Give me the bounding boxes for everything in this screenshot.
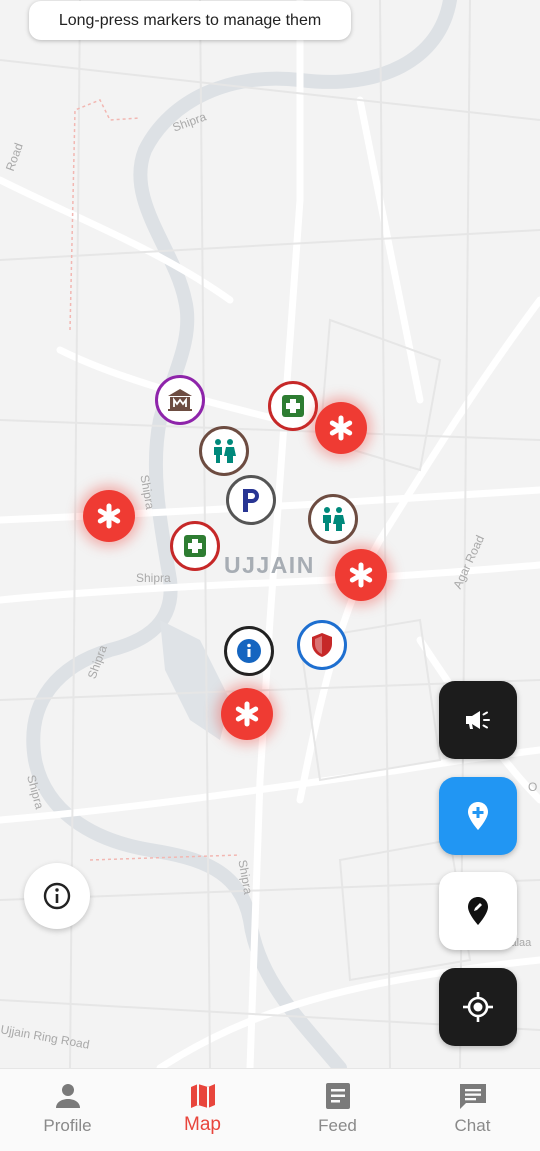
emergency-marker[interactable] <box>335 549 387 601</box>
edit-location-icon <box>468 897 488 925</box>
museum-marker[interactable] <box>155 375 205 425</box>
announce-button[interactable] <box>439 681 517 759</box>
bottom-navigation: Profile Map Feed Chat <box>0 1068 540 1151</box>
city-label: UJJAIN <box>224 552 315 578</box>
hospital-marker[interactable] <box>268 381 318 431</box>
hint-toast: Long-press markers to manage them <box>29 1 351 40</box>
asterisk-icon <box>349 562 373 588</box>
person-icon <box>55 1084 80 1108</box>
hospital-marker[interactable] <box>170 521 220 571</box>
map-view[interactable]: Shipra Shipra Shipra Shipra Shipra Shipr… <box>0 0 540 1068</box>
edit-location-button[interactable] <box>439 872 517 950</box>
nav-label-map: Map <box>184 1114 221 1135</box>
article-icon <box>325 1083 350 1109</box>
police-marker[interactable] <box>297 620 347 670</box>
chat-icon <box>459 1084 486 1109</box>
asterisk-icon <box>97 503 121 529</box>
shield-icon <box>312 633 332 657</box>
medical-cross-icon <box>184 535 206 557</box>
map-label-shipra: Shipra <box>136 571 171 585</box>
my-location-icon <box>463 992 493 1022</box>
emergency-marker[interactable] <box>221 688 273 740</box>
nav-label-chat: Chat <box>454 1116 491 1135</box>
nav-item-profile[interactable]: Profile <box>0 1069 135 1151</box>
nav-label-feed: Feed <box>318 1116 357 1135</box>
my-location-button[interactable] <box>439 968 517 1046</box>
nav-item-chat[interactable]: Chat <box>405 1069 540 1151</box>
info-icon <box>237 639 261 663</box>
megaphone-icon <box>466 711 490 729</box>
nav-item-map[interactable]: Map <box>135 1069 270 1151</box>
restroom-icon <box>323 507 345 531</box>
medical-cross-icon <box>282 395 304 417</box>
nav-item-feed[interactable]: Feed <box>270 1069 405 1151</box>
nav-label-profile: Profile <box>43 1116 92 1135</box>
restroom-icon <box>214 439 236 463</box>
info-marker[interactable] <box>224 626 274 676</box>
emergency-marker[interactable] <box>83 490 135 542</box>
restroom-marker[interactable] <box>199 426 249 476</box>
museum-icon <box>168 389 192 411</box>
add-place-button[interactable] <box>439 777 517 855</box>
info-outline-icon <box>43 882 71 910</box>
restroom-marker[interactable] <box>308 494 358 544</box>
parking-icon <box>243 489 259 512</box>
asterisk-icon <box>235 701 259 727</box>
map-info-button[interactable] <box>24 863 90 929</box>
map-icon <box>190 1084 215 1108</box>
emergency-marker[interactable] <box>315 402 367 454</box>
map-label-edge: O <box>528 780 538 794</box>
parking-marker[interactable] <box>226 475 276 525</box>
asterisk-icon <box>329 415 353 441</box>
add-location-icon <box>468 802 488 830</box>
